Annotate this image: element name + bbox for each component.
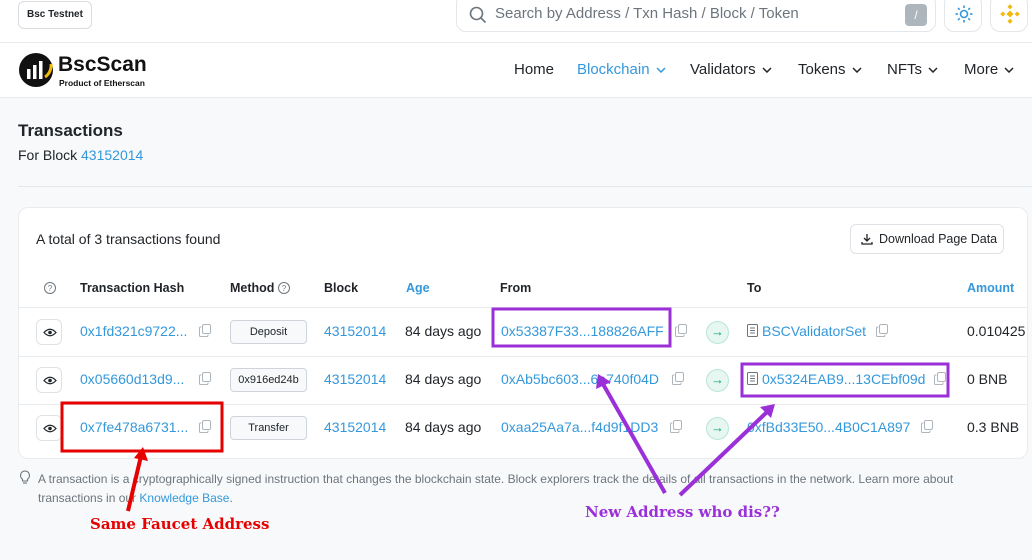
purple-arrow: [601, 383, 667, 494]
purple-annotation-label: New Address who dis??: [585, 503, 780, 521]
red-highlight-box: [60, 401, 224, 453]
red-arrowhead: [134, 447, 148, 461]
purple-highlight-box: [491, 307, 672, 348]
red-arrow: [126, 455, 143, 512]
red-annotation-label: Same Faucet Address: [90, 515, 270, 533]
purple-highlight-box: [740, 362, 950, 398]
purple-arrow: [678, 410, 769, 497]
annotation-overlay: [60, 307, 950, 512]
